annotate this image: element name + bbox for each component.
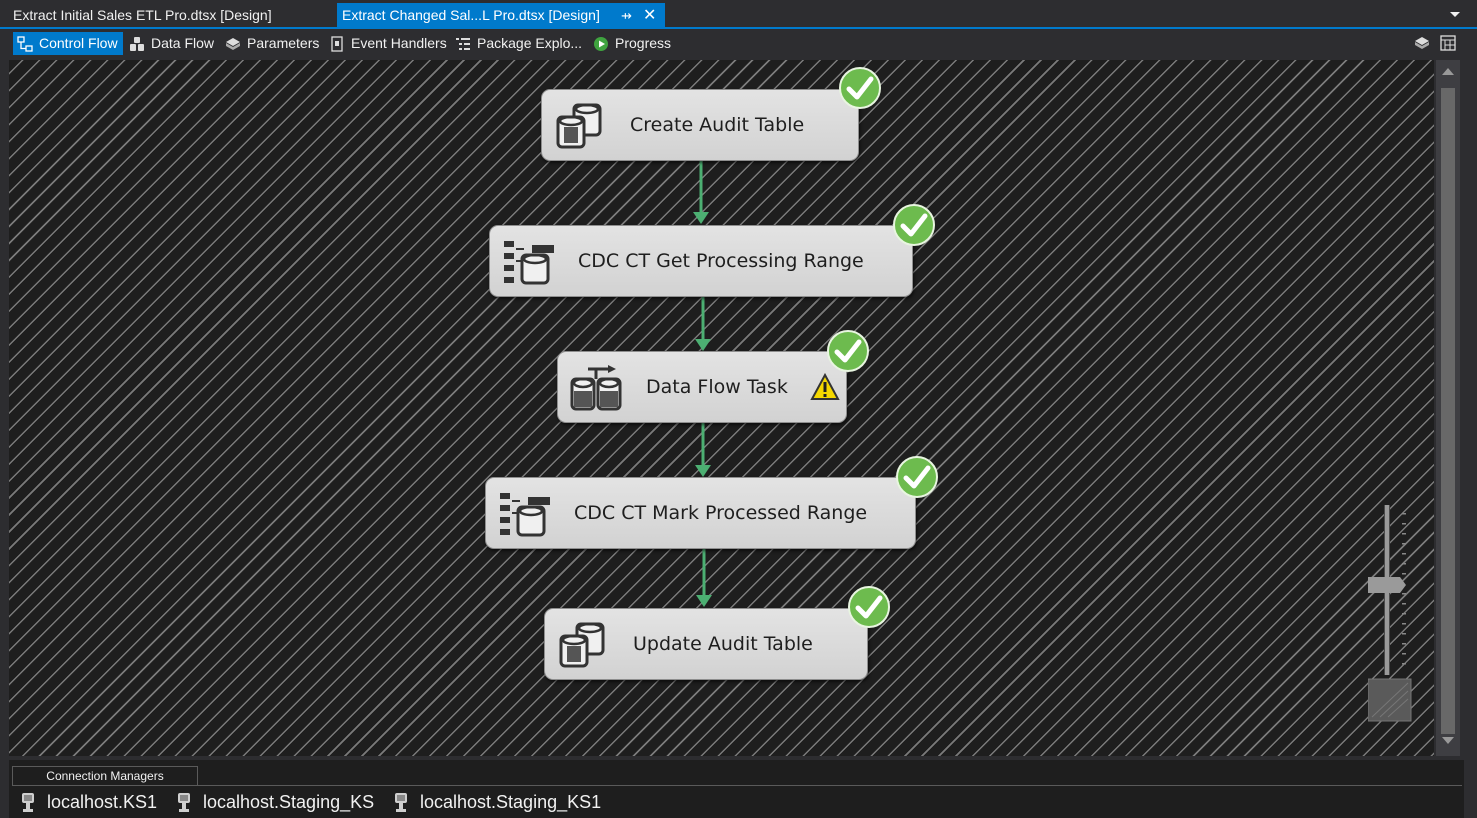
designer-toolbar: Control Flow Data Flow Parameters Event … <box>0 29 1477 57</box>
task-name: Update Audit Table <box>633 633 813 655</box>
tab-event-handlers[interactable]: Event Handlers <box>325 32 449 55</box>
success-check-icon <box>839 67 881 109</box>
connection-manager-label: localhost.Staging_KS1 <box>420 792 602 812</box>
execute-sql-task-icon <box>559 622 605 668</box>
success-check-icon <box>848 586 890 628</box>
doc-tab-extract-initial[interactable]: Extract Initial Sales ETL Pro.dtsx [Desi… <box>0 3 336 28</box>
scrollbar-thumb[interactable] <box>1441 88 1455 734</box>
task-name: Create Audit Table <box>630 114 805 136</box>
package-explorer-icon <box>456 38 470 50</box>
task-update-audit-table[interactable]: Update Audit Table <box>544 608 868 680</box>
success-check-icon <box>827 330 869 372</box>
connection-plug-icon <box>395 793 407 812</box>
connection-plug-icon <box>22 793 34 812</box>
precedence-constraint[interactable] <box>692 297 714 351</box>
task-name: CDC CT Mark Processed Range <box>574 502 868 524</box>
success-check-icon <box>896 456 938 498</box>
connection-managers-tab[interactable]: Connection Managers <box>12 766 198 786</box>
precedence-constraint[interactable] <box>690 160 712 224</box>
scroll-up-arrow-icon[interactable] <box>1442 68 1454 75</box>
warning-icon <box>810 373 840 400</box>
progress-play-icon <box>594 37 608 51</box>
connection-manager-label: localhost.KS1 <box>47 792 158 812</box>
task-cdc-ct-mark-processed-range[interactable]: CDC CT Mark Processed Range <box>485 477 916 549</box>
tab-label: Data Flow <box>151 35 215 51</box>
tab-progress[interactable]: Progress <box>589 32 675 55</box>
pin-icon[interactable]: ⇸ <box>621 3 632 28</box>
doc-tab-label: Extract Initial Sales ETL Pro.dtsx [Desi… <box>13 7 272 23</box>
task-cdc-ct-get-processing-range[interactable]: CDC CT Get Processing Range <box>489 225 913 297</box>
tab-label: Parameters <box>247 35 320 51</box>
tab-label: Control Flow <box>39 35 118 51</box>
task-name: CDC CT Get Processing Range <box>578 250 864 272</box>
tab-package-explorer[interactable]: Package Explo... <box>451 32 585 55</box>
task-name: Data Flow Task <box>646 376 788 398</box>
tab-label: Progress <box>615 35 672 51</box>
control-flow-icon <box>17 36 33 52</box>
task-create-audit-table[interactable]: Create Audit Table <box>541 89 859 161</box>
connection-manager-label: localhost.Staging_KS <box>203 792 375 812</box>
doc-tab-label: Extract Changed Sal...L Pro.dtsx [Design… <box>342 7 600 23</box>
document-tab-bar: Extract Initial Sales ETL Pro.dtsx [Desi… <box>0 0 1477 28</box>
tab-data-flow[interactable]: Data Flow <box>125 32 217 55</box>
ssis-designer-window: Extract Initial Sales ETL Pro.dtsx [Desi… <box>0 0 1477 818</box>
cdc-control-task-icon <box>500 493 550 537</box>
connection-plug-icon <box>178 793 190 812</box>
tab-label: Package Explo... <box>477 35 583 51</box>
zoom-slider-thumb[interactable] <box>1368 577 1406 593</box>
data-flow-task-icon <box>570 365 622 411</box>
vertical-scrollbar[interactable] <box>1436 60 1460 756</box>
tab-parameters[interactable]: Parameters <box>221 32 321 55</box>
cdc-control-task-icon <box>504 241 554 285</box>
connection-managers-panel: localhost.KS1 localhost.Staging_KS local… <box>12 785 1462 818</box>
zoom-slider[interactable] <box>1368 503 1412 723</box>
doc-tab-extract-changed[interactable]: Extract Changed Sal...L Pro.dtsx [Design… <box>337 3 665 28</box>
variables-icon[interactable] <box>1414 35 1430 51</box>
execute-sql-task-icon <box>556 103 602 149</box>
precedence-constraint[interactable] <box>693 549 715 607</box>
event-handlers-icon <box>331 36 343 52</box>
chevron-down-icon[interactable] <box>1448 6 1462 22</box>
tab-label: Event Handlers <box>351 35 447 51</box>
success-check-icon <box>893 204 935 246</box>
scroll-down-arrow-icon[interactable] <box>1442 737 1454 744</box>
task-data-flow-task[interactable]: Data Flow Task <box>557 351 847 423</box>
parameters-icon <box>226 38 240 50</box>
data-flow-icon <box>130 37 144 51</box>
connection-managers-area: Connection Managers localhost.KS1 localh… <box>9 760 1464 818</box>
close-icon[interactable]: ✕ <box>643 3 656 28</box>
toolbox-grid-icon[interactable] <box>1440 35 1456 51</box>
tab-control-flow[interactable]: Control Flow <box>13 32 123 55</box>
control-flow-canvas[interactable]: Create Audit Table CDC CT Get Processing… <box>9 60 1434 756</box>
precedence-constraint[interactable] <box>692 423 714 477</box>
